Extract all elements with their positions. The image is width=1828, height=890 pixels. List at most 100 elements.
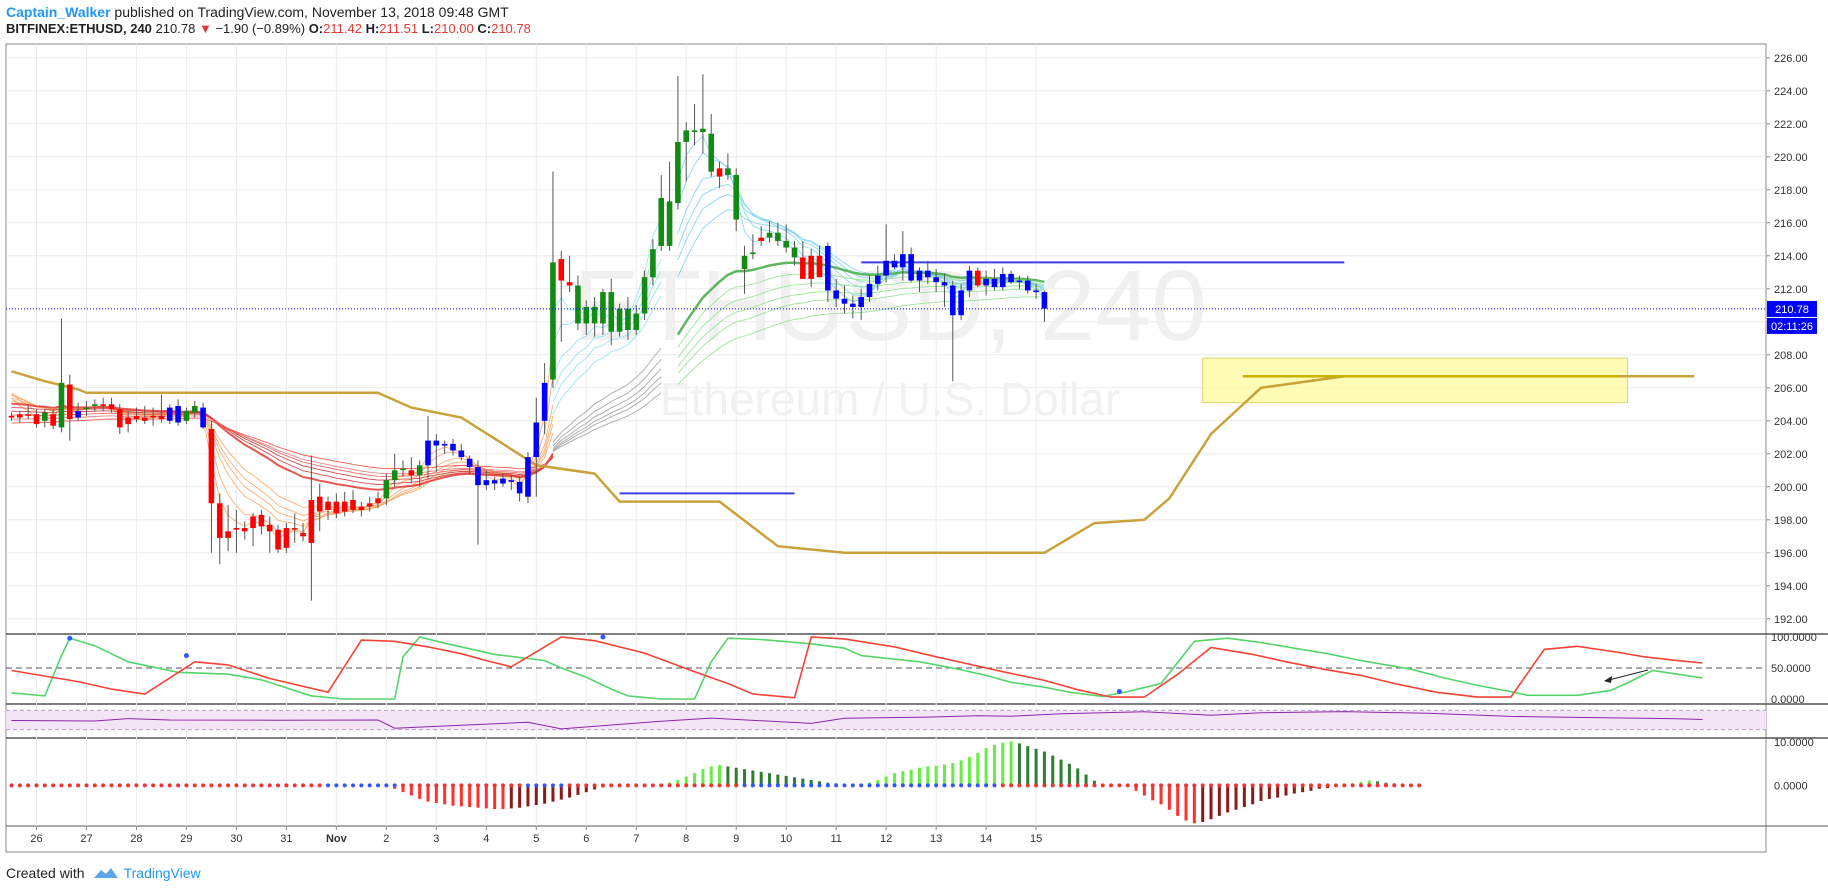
oscillator-dot: [92, 783, 97, 788]
candle-body: [183, 410, 190, 421]
oscillator-bar: [1076, 768, 1080, 786]
oscillator-dot: [1092, 783, 1097, 788]
time-tick-label: 5: [533, 833, 539, 845]
oscillator-bar: [1259, 785, 1263, 801]
oscillator-bar: [951, 763, 955, 786]
oscillator-dot: [1109, 783, 1114, 788]
oscillator-dot: [750, 783, 755, 788]
candle-body: [516, 481, 523, 494]
oscillator-bar: [1267, 785, 1271, 799]
oscillator-dot: [667, 783, 672, 788]
candle-body: [33, 414, 40, 425]
oscillator-dot: [1217, 783, 1222, 788]
time-tick-label: 27: [80, 833, 92, 845]
oscillator-dot: [1333, 783, 1338, 788]
candle-body: [316, 496, 323, 512]
oscillator-dot: [51, 783, 56, 788]
candle-body: [300, 533, 306, 537]
oscillator-dot: [434, 783, 439, 788]
oscillator-bar: [751, 770, 755, 786]
oscillator-dot: [351, 783, 356, 788]
oscillator-dot: [17, 783, 22, 788]
oscillator-bar: [451, 785, 455, 806]
oscillator-bar: [509, 785, 513, 809]
oscillator-bar: [484, 785, 488, 809]
candle-body: [283, 528, 290, 548]
oscillator-dot: [1050, 783, 1055, 788]
candle-body: [366, 503, 373, 507]
oscillator-dot: [834, 783, 839, 788]
candle-body: [658, 198, 665, 246]
candle-body: [675, 141, 681, 203]
candle-body: [458, 450, 465, 458]
oscillator-dot: [1408, 783, 1413, 788]
oscillator-dot: [1209, 783, 1214, 788]
oscillator-bar: [926, 766, 930, 786]
oscillator-dot: [1375, 783, 1380, 788]
oscillator-dot: [842, 783, 847, 788]
candle-body: [783, 240, 789, 248]
candle-body: [166, 407, 173, 421]
candle-body: [383, 480, 390, 499]
oscillator-dot: [1067, 783, 1072, 788]
price-tick-label: 194.00: [1774, 581, 1808, 593]
oscillator-dot: [217, 783, 222, 788]
oscillator-dot: [592, 783, 597, 788]
oscillator-dot: [1100, 783, 1105, 788]
oscillator-dot: [1034, 783, 1039, 788]
oscillator-dot: [1250, 783, 1255, 788]
candle-body: [42, 412, 48, 421]
oscillator-dot: [184, 783, 189, 788]
oscillator-dot: [917, 783, 922, 788]
oscillator-dot: [1059, 783, 1064, 788]
oscillator-dot: [367, 783, 372, 788]
oscillator-dot: [1167, 783, 1172, 788]
candle-body: [466, 458, 473, 467]
oscillator-bar: [501, 785, 505, 810]
oscillator-dot: [567, 783, 572, 788]
oscillator-bar: [1009, 741, 1013, 786]
oscillator-dot: [59, 783, 64, 788]
oscillator-dot: [376, 783, 381, 788]
oscillator-dot: [459, 783, 464, 788]
oscillator-dot: [1159, 783, 1164, 788]
time-tick-label: 14: [980, 833, 992, 845]
oscillator-dot: [1358, 783, 1363, 788]
candle-body: [575, 285, 581, 324]
time-tick-label: 13: [930, 833, 942, 845]
time-tick-label: 10: [780, 833, 792, 845]
oscillator-dot: [467, 783, 472, 788]
candle-body: [741, 255, 748, 269]
tradingview-link[interactable]: TradingView: [93, 865, 201, 881]
oscillator-dot: [759, 783, 764, 788]
oscillator-dot: [600, 783, 605, 788]
candle-body: [333, 501, 340, 514]
candle-body: [758, 237, 764, 241]
oscillator-dot: [542, 783, 547, 788]
oscillator-dot: [1200, 783, 1205, 788]
oscillator-dot: [1325, 783, 1330, 788]
oscillator-bar: [1209, 785, 1213, 820]
oscillator-dot: [117, 783, 122, 788]
price-chart[interactable]: ETHUSD, 240 Ethereum / U.S. Dollar 226.00 2…: [0, 0, 1828, 890]
oscillator-bar: [1242, 785, 1246, 808]
candle-body: [141, 417, 148, 421]
candle-body: [974, 270, 981, 286]
oscillator-dot: [850, 783, 855, 788]
oscillator-dot: [534, 783, 539, 788]
oscillator-bar: [709, 766, 713, 786]
oscillator-dot: [825, 783, 830, 788]
oscillator-dot: [892, 783, 897, 788]
oscillator-dot: [634, 783, 639, 788]
candle-body: [716, 168, 723, 177]
candle-body: [600, 292, 606, 324]
candle-body: [116, 409, 123, 428]
candle-body: [17, 414, 23, 418]
oscillator-dot: [934, 783, 939, 788]
price-tick-label: 226.00: [1774, 53, 1808, 65]
candle-body: [441, 443, 448, 446]
candle-body: [50, 414, 56, 426]
oscillator-dot: [26, 783, 31, 788]
candle-body: [883, 260, 889, 276]
candle-body: [949, 285, 956, 316]
